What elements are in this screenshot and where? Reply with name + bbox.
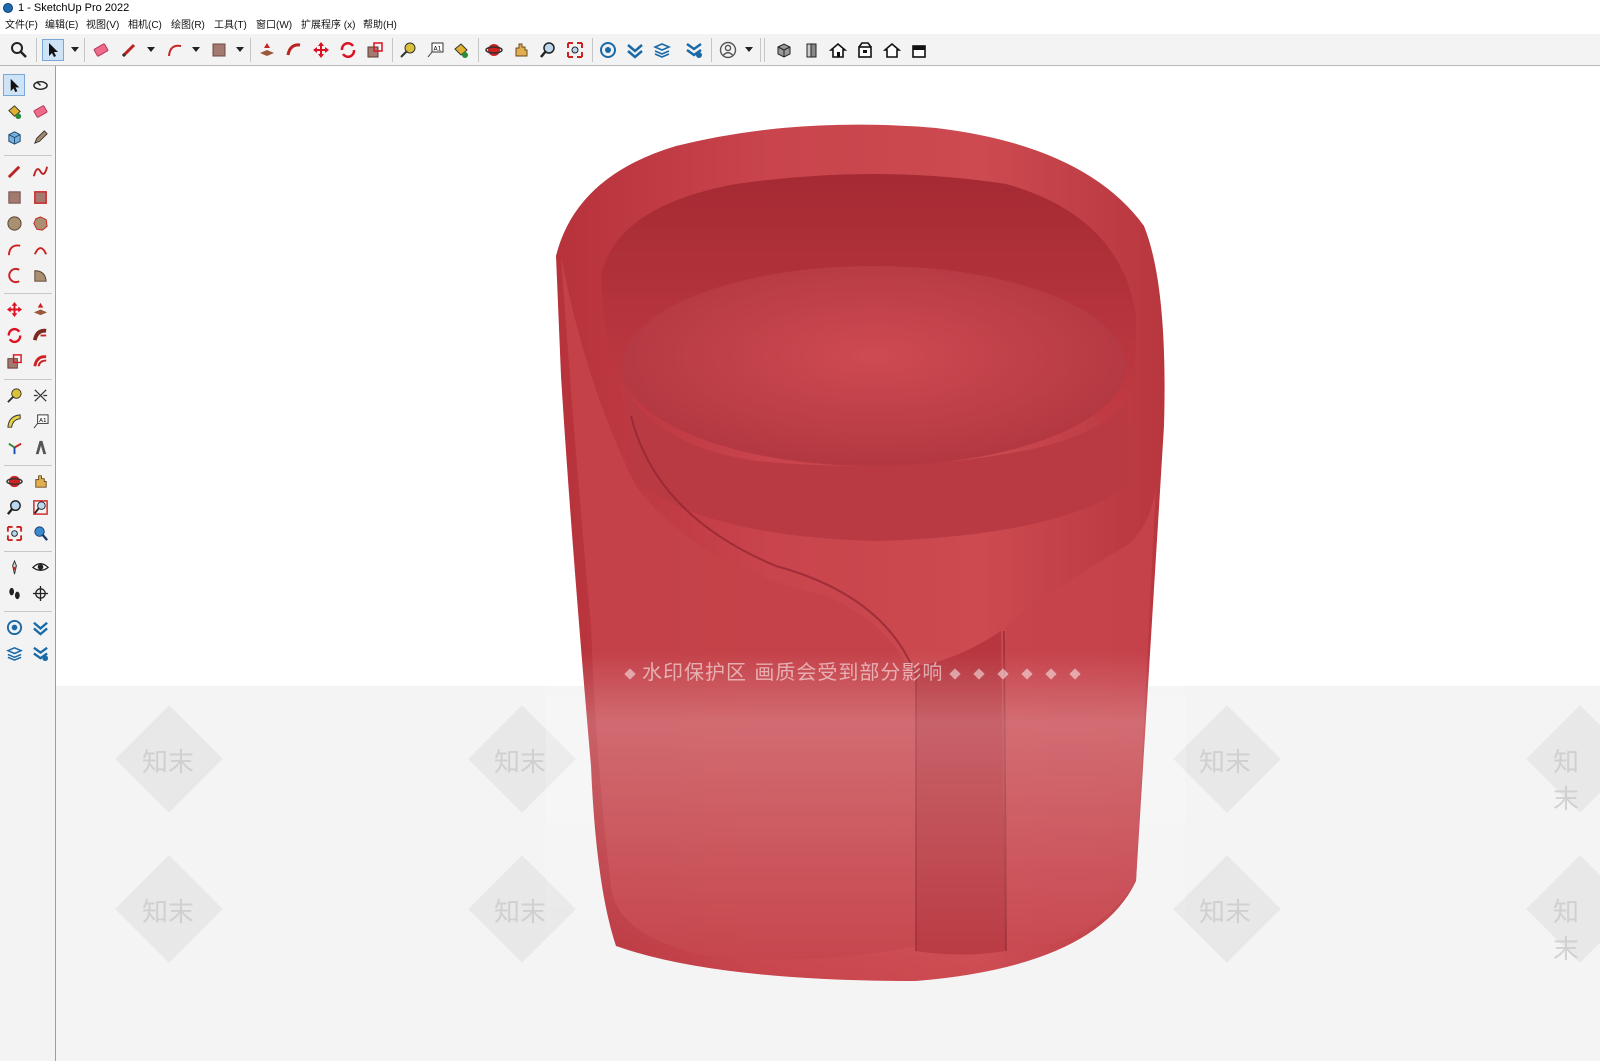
scale-icon[interactable] xyxy=(3,350,25,372)
share-icon[interactable] xyxy=(29,642,51,664)
menu-help[interactable]: 帮助(H) xyxy=(363,17,397,34)
position-camera-icon[interactable] xyxy=(29,522,51,544)
text-icon[interactable]: A1 xyxy=(424,39,446,61)
pan-icon[interactable] xyxy=(29,470,51,492)
3d-text-icon[interactable] xyxy=(29,436,51,458)
axes-icon[interactable] xyxy=(3,436,25,458)
rotated-rectangle-icon[interactable] xyxy=(29,186,51,208)
layout-icon[interactable] xyxy=(651,39,673,61)
tape-measure-icon[interactable] xyxy=(397,39,419,61)
model-viewport[interactable]: 知末 知末 知末 知末 知末 知末 知末 知末 水印保护区 画质会受到部分影响 xyxy=(56,66,1600,1061)
line-icon[interactable] xyxy=(3,160,25,182)
chevron-down-icon[interactable] xyxy=(236,47,244,52)
tape-measure-icon[interactable] xyxy=(3,384,25,406)
chevron-down-icon[interactable] xyxy=(71,47,79,52)
menu-draw[interactable]: 绘图(R) xyxy=(171,17,205,34)
polygon-icon[interactable] xyxy=(29,212,51,234)
orbit-icon[interactable] xyxy=(29,74,51,96)
orbit-icon[interactable] xyxy=(483,39,505,61)
iso-view-icon[interactable] xyxy=(773,39,795,61)
two-point-arc-icon[interactable] xyxy=(29,238,51,260)
main-toolbar: A1 xyxy=(0,34,1600,66)
follow-me-icon[interactable] xyxy=(29,324,51,346)
paint-bucket-icon[interactable] xyxy=(450,39,472,61)
right-view-icon[interactable] xyxy=(854,39,876,61)
menu-edit[interactable]: 编辑(E) xyxy=(45,17,78,34)
search-icon[interactable] xyxy=(8,39,30,61)
rectangle-icon[interactable] xyxy=(3,186,25,208)
select-icon[interactable] xyxy=(42,39,64,61)
follow-me-icon[interactable] xyxy=(283,39,305,61)
menu-extensions[interactable]: 扩展程序 (x) xyxy=(301,17,355,34)
protractor-icon[interactable] xyxy=(3,410,25,432)
menu-camera[interactable]: 相机(C) xyxy=(128,17,162,34)
menu-view[interactable]: 视图(V) xyxy=(86,17,119,34)
svg-text:A1: A1 xyxy=(39,417,47,423)
menu-file[interactable]: 文件(F) xyxy=(5,17,38,34)
rectangle-icon[interactable] xyxy=(208,39,230,61)
select-icon[interactable] xyxy=(3,74,25,96)
chevron-down-icon[interactable] xyxy=(192,47,200,52)
move-icon[interactable] xyxy=(3,298,25,320)
paint-bucket-icon[interactable] xyxy=(3,100,25,122)
layers-icon[interactable] xyxy=(3,642,25,664)
left-toolbar: A1 xyxy=(0,66,56,1061)
move-icon[interactable] xyxy=(310,39,332,61)
red-armchair-model[interactable] xyxy=(56,66,1600,1061)
circle-icon[interactable] xyxy=(3,212,25,234)
chevron-down-icon[interactable] xyxy=(745,47,753,52)
menu-bar: 文件(F) 编辑(E) 视图(V) 相机(C) 绘图(R) 工具(T) 窗口(W… xyxy=(0,17,1600,34)
menu-window[interactable]: 窗口(W) xyxy=(256,17,292,34)
three-point-arc-icon[interactable] xyxy=(3,264,25,286)
orbit-icon[interactable] xyxy=(3,470,25,492)
eraser-icon[interactable] xyxy=(90,39,112,61)
top-view-icon[interactable] xyxy=(827,39,849,61)
arc-icon[interactable] xyxy=(164,39,186,61)
warehouse-icon[interactable] xyxy=(3,616,25,638)
tag-icon[interactable] xyxy=(29,126,51,148)
rotate-icon[interactable] xyxy=(337,39,359,61)
menu-tools[interactable]: 工具(T) xyxy=(214,17,247,34)
arc-icon[interactable] xyxy=(3,238,25,260)
pan-icon[interactable] xyxy=(510,39,532,61)
title-bar: 1 - SketchUp Pro 2022 xyxy=(0,0,1600,17)
front-view-icon[interactable] xyxy=(800,39,822,61)
extension-icon[interactable] xyxy=(29,616,51,638)
text-icon[interactable]: A1 xyxy=(29,410,51,432)
section-plane-icon[interactable] xyxy=(29,582,51,604)
push-pull-icon[interactable] xyxy=(29,298,51,320)
zoom-window-icon[interactable] xyxy=(29,496,51,518)
eraser-icon[interactable] xyxy=(29,100,51,122)
walk-icon[interactable] xyxy=(3,556,25,578)
look-around-icon[interactable] xyxy=(29,556,51,578)
sketchup-app-icon xyxy=(3,3,13,13)
chevron-down-icon[interactable] xyxy=(147,47,155,52)
zoom-icon[interactable] xyxy=(537,39,559,61)
extension-warehouse-icon[interactable] xyxy=(624,39,646,61)
svg-text:A1: A1 xyxy=(434,46,442,53)
rotate-icon[interactable] xyxy=(3,324,25,346)
back-view-icon[interactable] xyxy=(881,39,903,61)
scale-icon[interactable] xyxy=(364,39,386,61)
zoom-icon[interactable] xyxy=(3,496,25,518)
zoom-extents-icon[interactable] xyxy=(564,39,586,61)
freehand-icon[interactable] xyxy=(29,160,51,182)
left-view-icon[interactable] xyxy=(908,39,930,61)
watermark-banner: 水印保护区 画质会受到部分影响 xyxy=(618,656,1087,685)
pie-icon[interactable] xyxy=(29,264,51,286)
footprints-icon[interactable] xyxy=(3,582,25,604)
window-title: 1 - SketchUp Pro 2022 xyxy=(18,2,130,14)
zoom-extents-icon[interactable] xyxy=(3,522,25,544)
pencil-icon[interactable] xyxy=(118,39,140,61)
user-icon[interactable] xyxy=(717,39,739,61)
push-pull-icon[interactable] xyxy=(256,39,278,61)
component-icon[interactable] xyxy=(3,126,25,148)
offset-icon[interactable] xyxy=(29,350,51,372)
dimension-icon[interactable] xyxy=(29,384,51,406)
send-to-layout-icon[interactable] xyxy=(683,39,705,61)
warehouse-icon[interactable] xyxy=(597,39,619,61)
